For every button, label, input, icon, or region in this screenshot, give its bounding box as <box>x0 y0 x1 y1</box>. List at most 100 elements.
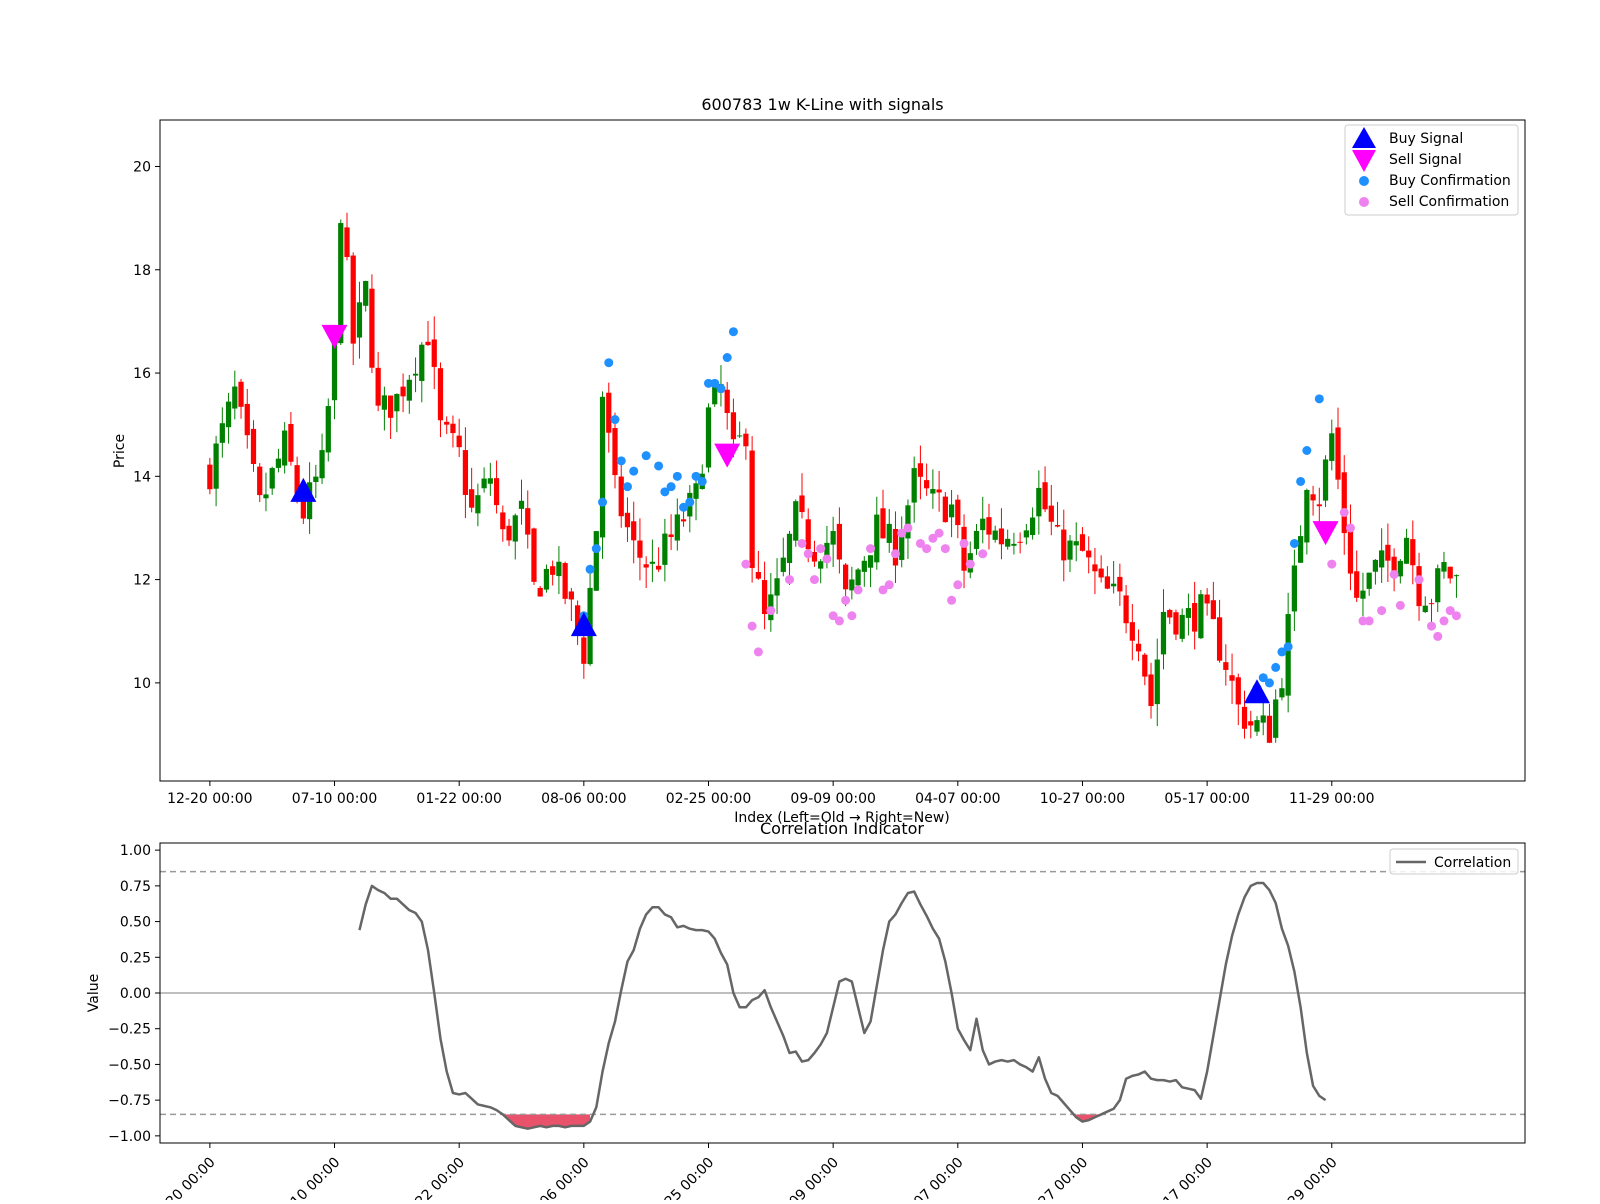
candlestick-series <box>207 212 1460 744</box>
candle-body <box>225 401 232 428</box>
candle-body <box>693 483 699 499</box>
kline-x-tick-label: 09-09 00:00 <box>790 791 875 807</box>
buy-confirmation-point <box>585 564 595 574</box>
candle-body <box>556 561 562 577</box>
candle-body <box>1366 572 1372 589</box>
candle-body <box>980 518 986 531</box>
sell-confirmation-point <box>1364 616 1374 626</box>
candle-body <box>1310 494 1316 501</box>
candle-body <box>861 560 867 572</box>
candle-body <box>755 571 761 579</box>
legend-sell-confirmation-marker <box>1359 197 1369 207</box>
kline-x-tick-label: 01-22 00:00 <box>416 791 501 807</box>
candle-body <box>818 561 824 569</box>
buy-confirmation-point <box>604 358 614 368</box>
sell-confirmation-point <box>959 538 969 548</box>
candle-body <box>518 500 525 509</box>
candle-body <box>1341 472 1347 534</box>
correlation-y-tick-label: 0.50 <box>120 915 151 931</box>
sell-confirmation-point <box>1414 575 1424 585</box>
candle-body <box>1322 459 1329 501</box>
candle-body <box>1061 529 1067 561</box>
candle-body <box>275 458 282 468</box>
candle-body <box>992 530 998 540</box>
candle-body <box>431 339 437 367</box>
candle-body <box>674 514 680 541</box>
candle-body <box>1160 611 1167 655</box>
buy-signal-marker <box>570 612 597 637</box>
candle-body <box>780 557 786 572</box>
sell-confirmation-point <box>741 559 751 569</box>
candle-body <box>450 423 456 434</box>
candle-body <box>319 450 325 479</box>
candle-body <box>1447 566 1453 579</box>
sell-confirmation-point <box>934 528 944 538</box>
correlation-x-tick-label: 07 00:00 <box>911 1155 967 1200</box>
correlation-y-tick-label: 0.75 <box>120 879 151 895</box>
candle-body <box>238 381 244 407</box>
correlation-y-axis-label: Value <box>86 974 102 1012</box>
candle-body <box>543 568 550 590</box>
candle-body <box>350 255 356 344</box>
candle-body <box>774 578 780 596</box>
candle-body <box>749 450 755 568</box>
candle-body <box>1142 654 1148 677</box>
sell-confirmation-point <box>903 523 913 533</box>
kline-x-tick-label: 02-25 00:00 <box>666 791 751 807</box>
candle-body <box>1216 617 1223 661</box>
buy-confirmation-point <box>1264 678 1274 688</box>
kline-x-axis: 12-20 00:00 07-10 00:00 01-22 00:00 08-06 0… <box>167 781 1375 807</box>
candle-body <box>1179 614 1185 639</box>
sell-confirmation-point <box>747 621 757 631</box>
candle-body <box>1273 699 1279 738</box>
correlation-y-tick-label: −1.00 <box>108 1129 151 1145</box>
buy-confirmation-point <box>591 544 601 554</box>
candle-body <box>1067 540 1073 560</box>
candle-body <box>444 421 450 425</box>
candle-body <box>874 514 880 563</box>
candle-body <box>880 508 886 539</box>
correlation-x-tick-label: 25 00:00 <box>662 1155 718 1200</box>
candle-body <box>269 468 275 489</box>
sell-confirmation-point <box>1389 569 1399 579</box>
candle-body <box>799 495 805 513</box>
candle-body <box>213 443 219 489</box>
sell-confirmation-point <box>785 575 795 585</box>
candle-body <box>263 494 269 499</box>
candle-body <box>1148 674 1154 706</box>
candle-body <box>1185 608 1192 618</box>
candle-body <box>363 280 369 306</box>
candle-body <box>917 463 924 477</box>
candle-body <box>1379 550 1385 568</box>
candle-body <box>955 499 961 526</box>
sell-confirmation-point <box>947 595 957 605</box>
kline-x-tick-label: 05-17 00:00 <box>1164 791 1249 807</box>
kline-panel: 600783 1w K-Line with signals 10 12 14 16 18… <box>112 95 1526 826</box>
correlation-x-tick-label: 06 00:00 <box>537 1155 593 1200</box>
sell-confirmation-point <box>1339 507 1349 517</box>
candle-body <box>786 533 793 563</box>
legend-buy-confirmation-label: Buy Confirmation <box>1389 173 1511 189</box>
candle-body <box>1453 575 1460 577</box>
sell-confirmation-point <box>766 606 776 616</box>
candle-body <box>381 395 388 410</box>
sell-signal-marker <box>1312 521 1339 546</box>
candle-body <box>369 288 375 368</box>
candle-body <box>1192 603 1198 632</box>
buy-confirmation-point <box>629 466 639 476</box>
kline-y-axis-label: Price <box>112 434 128 468</box>
candle-body <box>550 566 556 575</box>
kline-title: 600783 1w K-Line with signals <box>701 95 943 114</box>
correlation-x-tick-label: 22 00:00 <box>412 1155 468 1200</box>
kline-y-tick-label: 10 <box>133 676 151 692</box>
candle-body <box>1410 539 1416 566</box>
candle-body <box>761 580 768 615</box>
sell-confirmation-point <box>1395 600 1405 610</box>
candle-body <box>624 512 631 528</box>
buy-confirmation-point <box>672 471 682 481</box>
candle-body <box>562 563 568 599</box>
sell-confirmation-point <box>866 544 876 554</box>
candle-body <box>793 501 799 541</box>
candle-body <box>400 386 406 397</box>
correlation-series <box>358 881 1327 1130</box>
